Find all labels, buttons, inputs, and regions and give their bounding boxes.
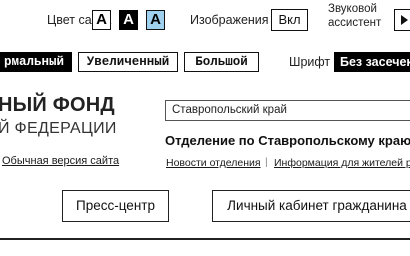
link-separator: |: [265, 156, 268, 168]
voice-label-line1: Звуковой: [328, 3, 377, 15]
color-white-button[interactable]: А: [92, 10, 111, 30]
voice-assistant-label: Звуковой ассистент: [328, 2, 381, 30]
size-normal-button[interactable]: рмальный: [0, 52, 72, 72]
site-title-line2: Й ФЕДЕРАЦИИ: [0, 120, 117, 137]
region-select[interactable]: Ставропольский край: [165, 100, 410, 121]
divider: [0, 238, 410, 240]
voice-play-button[interactable]: [394, 9, 410, 31]
font-label: Шрифт: [289, 55, 331, 69]
department-title: Отделение по Ставропольскому краю: [165, 133, 410, 148]
size-large-button[interactable]: Большой: [184, 52, 259, 72]
font-sans-serif-button[interactable]: Без засечек: [334, 52, 410, 72]
residents-info-link[interactable]: Информация для жителей ре: [274, 157, 410, 169]
color-blue-button[interactable]: А: [146, 10, 165, 30]
play-icon: [401, 15, 408, 25]
size-enlarged-button[interactable]: Увеличенный: [78, 52, 178, 72]
images-label: Изображения: [190, 13, 269, 27]
images-toggle[interactable]: Вкл: [271, 9, 308, 31]
press-center-button[interactable]: Пресс-центр: [62, 190, 169, 222]
normal-version-link[interactable]: Обычная версия сайта: [2, 155, 119, 167]
site-title-line1: НЫЙ ФОНД: [0, 94, 115, 116]
citizen-cabinet-button[interactable]: Личный кабинет гражданина: [212, 190, 410, 222]
color-black-button[interactable]: А: [119, 10, 138, 30]
voice-label-line2: ассистент: [328, 17, 382, 29]
department-news-link[interactable]: Новости отделения: [166, 157, 261, 169]
